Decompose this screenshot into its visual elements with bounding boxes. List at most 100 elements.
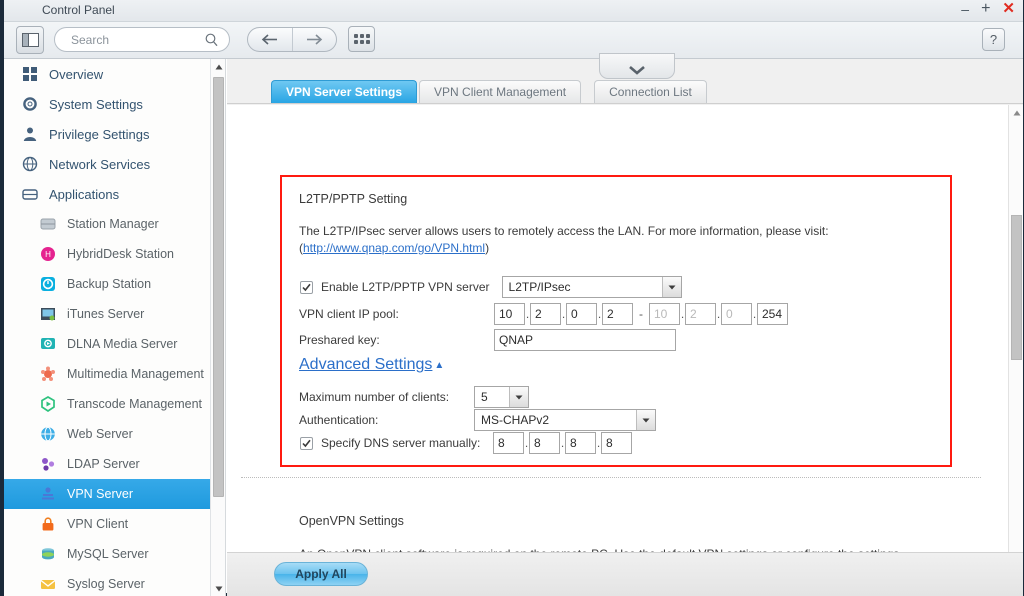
sidebar-item-applications[interactable]: Applications [4,179,225,209]
dns-octet-1[interactable]: 8 [493,432,524,454]
sidebar-item-privilege-settings[interactable]: Privilege Settings [4,119,225,149]
sidebar-item-label: DLNA Media Server [67,337,178,351]
ip-pool-end-octet-3: 0 [721,303,752,325]
sidebar-item-label: Station Manager [67,217,159,231]
close-icon[interactable]: ✕ [1002,1,1015,16]
sidebar-item-label: MySQL Server [67,547,149,561]
sidebar-item-hybriddesk-station[interactable]: H HybridDesk Station [4,239,225,269]
preshared-key-label: Preshared key: [299,333,380,347]
dns-octet-4[interactable]: 8 [601,432,632,454]
toolbar: ? [4,22,1023,59]
ip-pool-end-octet-2: 2 [685,303,716,325]
apply-all-button[interactable]: Apply All [274,562,368,586]
tabs: VPN Server Settings VPN Client Management… [271,80,709,103]
svg-text:H: H [45,250,51,259]
search-box[interactable] [54,27,230,52]
sidebar-item-web-server[interactable]: Web Server [4,419,225,449]
ip-pool-end-octet-4[interactable]: 254 [757,303,788,325]
app-grid-icon[interactable] [348,26,375,52]
sidebar-scroll-up-icon[interactable] [211,59,225,74]
dns-row: Specify DNS server manually: 8 . 8 . 8 .… [300,432,632,454]
station-manager-icon [38,215,58,233]
sidebar-item-station-manager[interactable]: Station Manager [4,209,225,239]
authentication-value: MS-CHAPv2 [481,413,550,427]
content-scroll-thumb[interactable] [1011,215,1022,360]
content-scrollbar[interactable] [1008,105,1023,552]
chevron-down-icon [509,387,528,407]
sidebar-item-label: VPN Server [67,487,133,501]
dns-octet-3[interactable]: 8 [565,432,596,454]
collapse-header-button[interactable] [599,53,675,79]
sidebar-item-label: Web Server [67,427,133,441]
chevron-down-icon [629,66,645,75]
backup-station-icon [38,275,58,293]
ip-pool-end-octet-1: 10 [649,303,680,325]
dlna-icon [38,335,58,353]
preshared-key-input[interactable]: QNAP [494,329,676,351]
sidebar-item-vpn-server[interactable]: VPN Server [4,479,225,509]
sidebar-item-overview[interactable]: Overview [4,59,225,89]
sidebar-item-dlna-media-server[interactable]: DLNA Media Server [4,329,225,359]
advanced-settings-row[interactable]: Advanced Settings ▲ [299,356,444,374]
forward-button[interactable] [291,28,336,51]
protocol-select[interactable]: L2TP/IPsec [501,276,682,298]
content-scroll-up-icon[interactable] [1009,105,1024,120]
tab-label: VPN Client Management [434,85,567,99]
sidebar-item-label: Syslog Server [67,577,145,591]
sidebar-item-ldap-server[interactable]: LDAP Server [4,449,225,479]
dns-octet-2[interactable]: 8 [529,432,560,454]
ip-pool-range-separator: - [639,307,643,321]
sidebar-item-syslog-server[interactable]: Syslog Server [4,569,225,596]
tab-vpn-client-management[interactable]: VPN Client Management [419,80,582,103]
sidebar-item-vpn-client[interactable]: VPN Client [4,509,225,539]
sidebar-item-system-settings[interactable]: System Settings [4,89,225,119]
multimedia-icon [38,365,58,383]
vpn-client-icon [38,515,58,533]
maximize-icon[interactable]: + [981,1,990,17]
max-clients-value: 5 [481,390,488,404]
authentication-select[interactable]: MS-CHAPv2 [474,409,656,431]
qnap-vpn-link[interactable]: http://www.qnap.com/go/VPN.html [303,241,485,255]
sidebar-item-mysql-server[interactable]: MySQL Server [4,539,225,569]
sidebar-item-transcode-management[interactable]: Transcode Management [4,389,225,419]
enable-l2tp-row: Enable L2TP/PPTP VPN server L2TP/IPsec [300,276,682,298]
max-clients-select[interactable]: 5 [474,386,529,408]
minimize-icon[interactable]: – [961,2,969,16]
sidebar-item-label: Transcode Management [67,397,203,411]
ip-pool-start-octet-3[interactable]: 0 [566,303,597,325]
sidebar-scroll-down-icon[interactable] [211,581,225,596]
max-clients-row: Maximum number of clients: 5 [299,386,529,408]
enable-l2tp-checkbox[interactable] [300,280,313,294]
dns-label: Specify DNS server manually: [321,436,481,450]
sidebar-toggle-icon[interactable] [16,26,44,54]
overview-icon [20,65,40,83]
tab-vpn-server-settings[interactable]: VPN Server Settings [271,80,418,103]
sidebar-scroll-thumb[interactable] [213,77,224,497]
enable-l2tp-label: Enable L2TP/PPTP VPN server [321,280,490,294]
ip-pool-start-octet-4[interactable]: 2 [602,303,633,325]
gear-icon [20,95,40,113]
preshared-key-row: Preshared key: QNAP [299,329,676,351]
syslog-icon [38,575,58,593]
tab-connection-list[interactable]: Connection List [594,80,707,103]
search-input[interactable] [69,31,199,48]
dns-checkbox[interactable] [300,436,313,450]
back-button[interactable] [248,28,292,51]
sidebar-item-itunes-server[interactable]: iTunes Server [4,299,225,329]
authentication-row: Authentication: MS-CHAPv2 [299,409,656,431]
sidebar-scrollbar[interactable] [210,59,225,596]
sidebar-item-network-services[interactable]: Network Services [4,149,225,179]
transcode-icon [38,395,58,413]
user-icon [20,125,40,143]
sidebar-item-backup-station[interactable]: Backup Station [4,269,225,299]
advanced-settings-link[interactable]: Advanced Settings [299,356,432,374]
sidebar-item-multimedia-management[interactable]: Multimedia Management [4,359,225,389]
ip-pool-label: VPN client IP pool: [299,307,399,321]
ip-pool-start-octet-2[interactable]: 2 [530,303,561,325]
search-icon [205,33,218,52]
mysql-icon [38,545,58,563]
help-button[interactable]: ? [982,28,1005,51]
ip-pool-start-octet-1[interactable]: 10 [494,303,525,325]
hybriddesk-icon: H [38,245,58,263]
max-clients-label: Maximum number of clients: [299,390,450,404]
